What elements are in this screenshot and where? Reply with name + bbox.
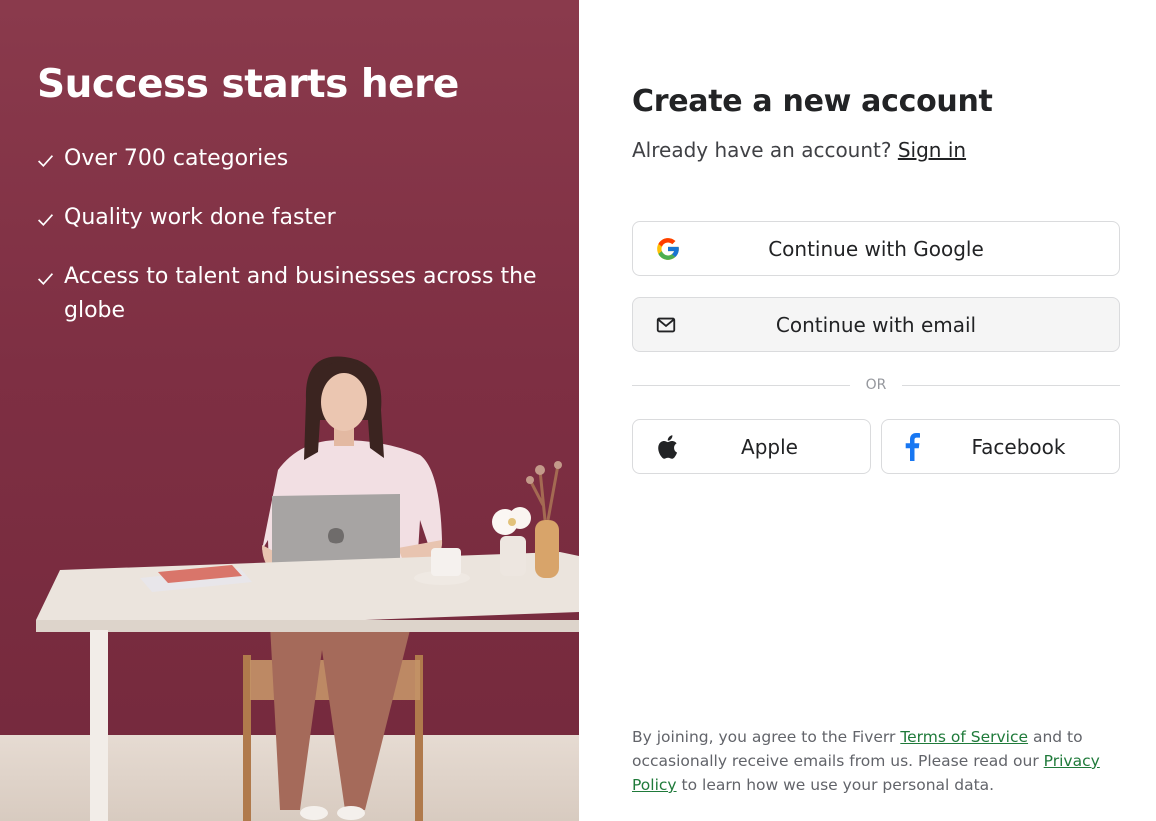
email-button-label: Continue with email (775, 312, 977, 337)
signin-prompt: Already have an account? Sign in (632, 138, 966, 162)
check-icon (37, 201, 64, 239)
continue-with-apple-button[interactable]: Apple (632, 419, 871, 474)
sign-in-link[interactable]: Sign in (898, 138, 966, 162)
apple-icon (655, 434, 679, 460)
signup-form-panel: Create a new account Already have an acc… (579, 0, 1156, 821)
legal-text: to learn how we use your personal data. (676, 776, 995, 794)
google-button-label: Continue with Google (768, 236, 984, 261)
facebook-button-label: Facebook (971, 434, 1066, 459)
mail-icon (655, 314, 677, 336)
terms-of-service-link[interactable]: Terms of Service (900, 728, 1028, 746)
benefit-item: Quality work done faster (37, 201, 537, 239)
hero-panel: Success starts here Over 700 categories … (0, 0, 579, 821)
benefit-item: Access to talent and businesses across t… (37, 260, 537, 328)
facebook-icon (904, 432, 920, 461)
benefit-text: Access to talent and businesses across t… (64, 264, 537, 323)
continue-with-email-button[interactable]: Continue with email (632, 297, 1120, 352)
benefit-text: Quality work done faster (64, 205, 336, 230)
check-icon (37, 260, 64, 298)
or-divider: OR (632, 374, 1120, 396)
signup-modal: Success starts here Over 700 categories … (0, 0, 1156, 821)
benefit-item: Over 700 categories (37, 142, 537, 180)
continue-with-google-button[interactable]: Continue with Google (632, 221, 1120, 276)
divider-label: OR (865, 377, 887, 393)
divider-line (902, 384, 1120, 386)
continue-with-facebook-button[interactable]: Facebook (881, 419, 1120, 474)
google-icon (655, 236, 681, 262)
hero-illustration (36, 356, 579, 821)
apple-button-label: Apple (741, 434, 798, 459)
legal-disclaimer: By joining, you agree to the Fiverr Term… (632, 725, 1112, 797)
legal-text: By joining, you agree to the Fiverr (632, 728, 901, 746)
form-title: Create a new account (632, 84, 993, 119)
hero-title: Success starts here (37, 62, 459, 107)
divider-line (632, 384, 850, 386)
check-icon (37, 142, 64, 180)
signin-prompt-text: Already have an account? (632, 138, 892, 162)
benefit-text: Over 700 categories (64, 146, 289, 171)
benefits-list: Over 700 categories Quality work done fa… (37, 142, 537, 349)
